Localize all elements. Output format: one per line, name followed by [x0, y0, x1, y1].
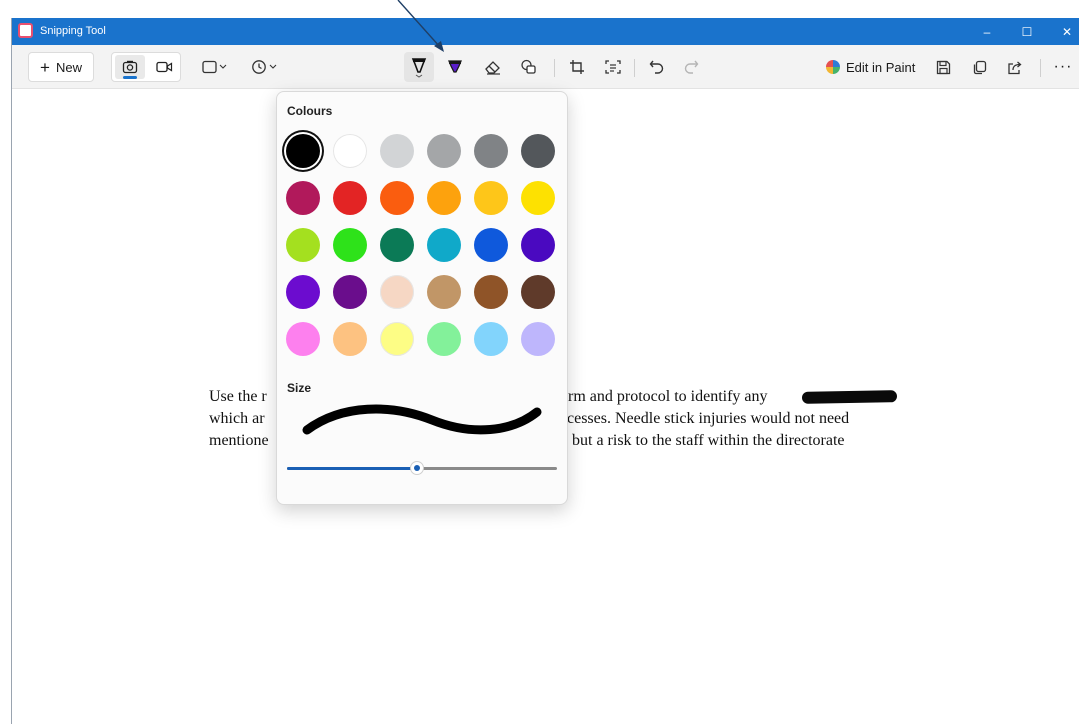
toolbar-divider	[554, 59, 555, 77]
toolbar-divider	[1040, 59, 1041, 77]
colour-swatch[interactable]	[286, 181, 320, 215]
shapes-icon	[521, 59, 536, 74]
colour-swatch[interactable]	[521, 134, 555, 168]
minimize-button[interactable]: –	[967, 18, 1007, 45]
colour-swatch[interactable]	[333, 228, 367, 262]
text-actions-button[interactable]	[598, 52, 628, 82]
share-icon	[1008, 61, 1022, 74]
colour-swatch[interactable]	[380, 181, 414, 215]
shapes-button[interactable]	[514, 52, 544, 82]
more-options-button[interactable]: ···	[1048, 52, 1078, 82]
colour-swatch[interactable]	[474, 134, 508, 168]
colour-swatch[interactable]	[427, 134, 461, 168]
copy-button[interactable]	[964, 52, 994, 82]
colour-swatch[interactable]	[474, 228, 508, 262]
new-button[interactable]: + New	[28, 52, 94, 82]
timer-icon	[252, 60, 277, 74]
colours-label: Colours	[287, 104, 333, 118]
edit-in-paint-button[interactable]: Edit in Paint	[820, 52, 920, 82]
highlighter-button[interactable]	[440, 52, 470, 82]
colour-swatch[interactable]	[333, 275, 367, 309]
highlighter-icon	[448, 60, 462, 73]
size-slider[interactable]	[287, 461, 557, 475]
doc-line-2-right: cesses. Needle stick injuries would not …	[567, 410, 850, 427]
colour-swatch[interactable]	[474, 322, 508, 356]
redo-button[interactable]	[676, 52, 706, 82]
undo-icon	[649, 60, 664, 74]
camera-icon	[122, 60, 138, 74]
snip-shape-dropdown[interactable]	[196, 52, 234, 82]
minimize-icon: –	[983, 24, 991, 39]
ballpoint-pen-button[interactable]	[404, 52, 434, 82]
colour-swatch[interactable]	[380, 275, 414, 309]
colour-swatch[interactable]	[286, 275, 320, 309]
rectangle-snip-icon	[202, 60, 227, 74]
colour-swatch[interactable]	[286, 322, 320, 356]
colour-swatch[interactable]	[333, 134, 367, 168]
crop-icon	[570, 60, 584, 74]
stroke-preview	[302, 404, 542, 435]
colour-swatch[interactable]	[427, 181, 461, 215]
new-button-label: New	[55, 59, 82, 75]
size-slider-fill	[287, 467, 417, 470]
maximize-icon: ☐	[1021, 24, 1033, 39]
paint-app-icon	[826, 60, 840, 74]
copy-icon	[973, 60, 986, 74]
colour-swatch[interactable]	[286, 228, 320, 262]
selected-mode-indicator	[123, 76, 137, 79]
colour-swatch[interactable]	[521, 275, 555, 309]
colour-swatch[interactable]	[333, 181, 367, 215]
video-camera-icon	[155, 61, 172, 73]
title-bar: Snipping Tool – ☐ ✕	[12, 18, 1079, 45]
doc-line-3-right: but a risk to the staff within the direc…	[572, 432, 845, 449]
edit-in-paint-label: Edit in Paint	[846, 59, 916, 75]
colour-swatch[interactable]	[333, 322, 367, 356]
screenshot-mode-button[interactable]	[115, 55, 145, 79]
doc-line-3-left: mentione	[209, 432, 269, 449]
colour-swatch[interactable]	[474, 181, 508, 215]
colour-swatch[interactable]	[427, 275, 461, 309]
capture-mode-toggle	[111, 52, 181, 82]
more-icon: ···	[1053, 58, 1073, 75]
save-button[interactable]	[928, 52, 958, 82]
window-title: Snipping Tool	[40, 25, 106, 37]
size-slider-thumb[interactable]	[409, 461, 424, 475]
undo-button[interactable]	[642, 52, 672, 82]
doc-line-2-left: which ar	[209, 410, 265, 427]
video-mode-button[interactable]	[149, 55, 179, 79]
redo-icon	[684, 60, 699, 74]
ballpoint-pen-icon	[411, 58, 427, 78]
delay-dropdown[interactable]	[246, 52, 284, 82]
colour-swatch[interactable]	[380, 228, 414, 262]
eraser-icon	[485, 61, 500, 75]
colour-swatch[interactable]	[380, 134, 414, 168]
plus-icon: +	[40, 57, 50, 77]
toolbar: + New Edit in Paint ···	[12, 45, 1079, 89]
save-icon	[936, 60, 950, 74]
pen-settings-flyout: Colours Size	[276, 91, 568, 505]
doc-line-1-right: rm and protocol to identify any	[568, 388, 768, 405]
colour-swatch[interactable]	[286, 134, 320, 168]
snipping-tool-window: Snipping Tool – ☐ ✕ + New Edit in Paint …	[11, 18, 1079, 724]
text-actions-icon	[605, 60, 621, 74]
close-icon: ✕	[1061, 24, 1073, 39]
colour-swatch[interactable]	[474, 275, 508, 309]
crop-button[interactable]	[562, 52, 592, 82]
snipping-tool-app-icon	[18, 23, 33, 38]
maximize-button[interactable]: ☐	[1007, 18, 1047, 45]
colour-swatch[interactable]	[427, 322, 461, 356]
colour-swatch[interactable]	[427, 228, 461, 262]
close-button[interactable]: ✕	[1047, 18, 1079, 45]
colour-swatch[interactable]	[521, 181, 555, 215]
doc-line-1-left: Use the r	[209, 388, 267, 405]
colour-swatch[interactable]	[521, 322, 555, 356]
toolbar-divider	[634, 59, 635, 77]
eraser-button[interactable]	[478, 52, 508, 82]
colour-swatch[interactable]	[380, 322, 414, 356]
colour-swatch[interactable]	[521, 228, 555, 262]
share-button[interactable]	[1000, 52, 1030, 82]
redaction-mark	[801, 390, 898, 404]
